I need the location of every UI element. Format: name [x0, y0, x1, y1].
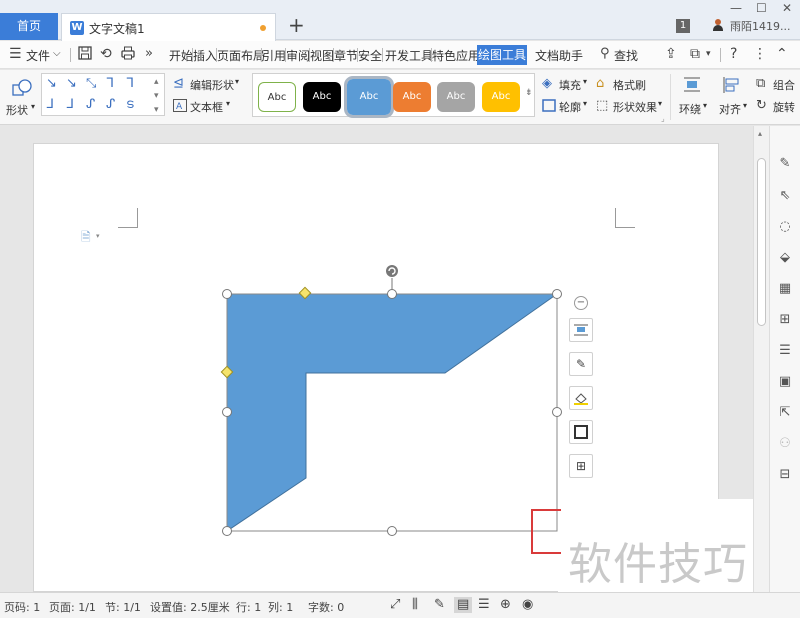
outline-color-button[interactable] — [569, 420, 593, 444]
resize-handle-top-left[interactable] — [222, 289, 232, 299]
status-section: 节: 1/1 — [105, 601, 141, 614]
pen-mode-icon[interactable]: ✎ — [434, 597, 445, 613]
status-bar: 页码: 1 页面: 1/1 节: 1/1 设置值: 2.5厘米 行: 1 列: … — [0, 592, 800, 618]
pen-icon[interactable]: ✎ — [569, 352, 593, 376]
fill-color-button[interactable] — [569, 386, 593, 410]
scroll-up-icon[interactable]: ▴ — [758, 129, 762, 138]
settings-sliders-icon[interactable]: ☰ — [777, 343, 793, 359]
eye-protection-icon[interactable]: ◉ — [522, 597, 533, 613]
resize-handle-top-right[interactable] — [552, 289, 562, 299]
right-sidebar: ✎ ⇖ ◌ ⬙ ▦ ⊞ ☰ ▣ ⇱ ⚇ ⊟ — [769, 126, 800, 592]
resize-handle-bottom[interactable] — [387, 526, 397, 536]
select-cursor-icon[interactable]: ⇖ — [777, 188, 793, 204]
rotation-handle-icon[interactable] — [386, 265, 398, 277]
status-row: 行: 1 — [236, 601, 262, 614]
more-shape-options-button[interactable]: ⊞ — [569, 454, 593, 478]
scrollbar-thumb[interactable] — [757, 158, 766, 326]
resize-handle-left[interactable] — [222, 407, 232, 417]
read-mode-icon[interactable]: ⫼ — [412, 597, 418, 613]
status-word-count[interactable]: 字数: 0 — [308, 599, 344, 615]
apps-grid-icon[interactable]: ⊞ — [777, 312, 793, 328]
fullscreen-icon[interactable]: ⤢ — [390, 597, 400, 613]
l-bracket-shape[interactable] — [226, 293, 559, 532]
edit-icon[interactable]: ✎ — [777, 156, 793, 172]
archive-icon[interactable]: ⊟ — [777, 467, 793, 483]
shapes-panel-icon[interactable]: ◌ — [777, 219, 793, 235]
status-column: 列: 1 — [268, 601, 294, 614]
status-setting: 设置值: 2.5厘米 — [150, 601, 230, 614]
resize-handle-bottom-left[interactable] — [222, 526, 232, 536]
watermark-text: 软件技巧 — [568, 539, 748, 590]
share-out-icon[interactable]: ⇱ — [777, 405, 793, 421]
resize-handle-top[interactable] — [387, 289, 397, 299]
layout-options-button[interactable] — [569, 318, 593, 342]
table-icon[interactable]: ▦ — [777, 281, 793, 297]
collapse-toolbar-button[interactable]: − — [574, 296, 588, 310]
highlight-box — [531, 509, 561, 554]
outline-view-icon[interactable]: ☰ — [478, 597, 490, 613]
status-page-number: 页码: 1 — [4, 601, 41, 614]
page-view-icon[interactable]: ▤ — [454, 597, 473, 613]
web-view-icon[interactable]: ⊕ — [500, 597, 511, 613]
vertical-scrollbar[interactable]: ▴ — [753, 126, 769, 592]
resize-handle-right[interactable] — [552, 407, 562, 417]
status-page: 页面: 1/1 — [49, 601, 96, 614]
collab-icon[interactable]: ⚇ — [777, 436, 793, 452]
fill-drop-icon[interactable]: ⬙ — [777, 250, 793, 266]
image-icon[interactable]: ▣ — [777, 374, 793, 390]
